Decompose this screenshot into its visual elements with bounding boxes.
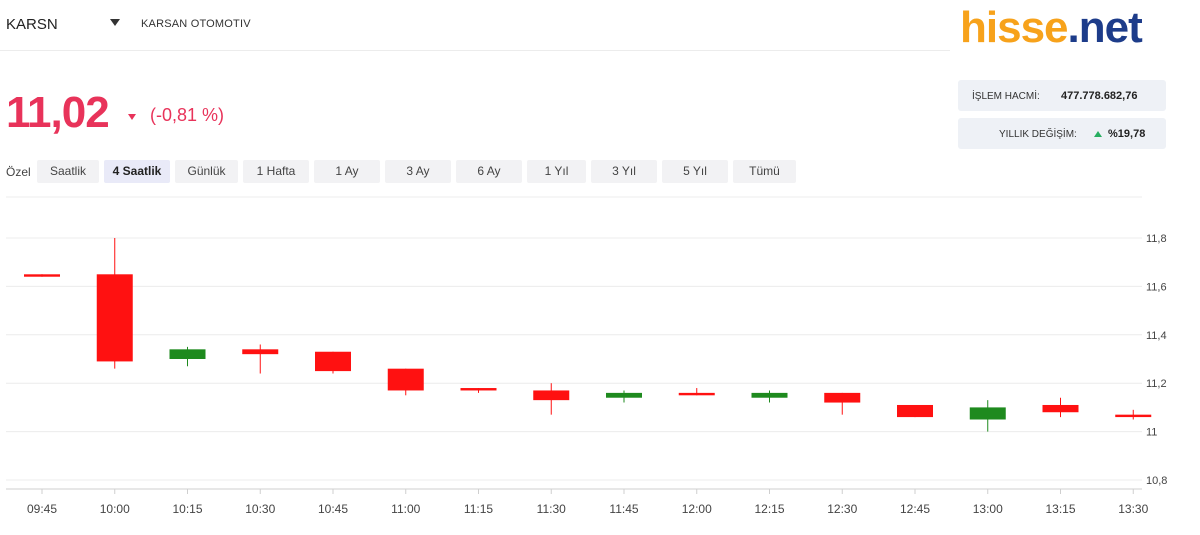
x-tick-label: 12:00	[682, 502, 712, 516]
tab-3-ay[interactable]: 3 Ay	[385, 160, 451, 183]
candlestick-chart[interactable]: 11,8 11,6 11,4 11,2 11 10,8 09:45 10:00 10:15 10…	[0, 195, 1200, 530]
x-tick-label: 10:45	[318, 502, 348, 516]
x-tick-label: 10:30	[245, 502, 275, 516]
yearly-change-box: YILLIK DEĞİŞİM: %19,78	[958, 118, 1166, 149]
logo-part-2: .net	[1067, 3, 1143, 52]
candle-body	[169, 349, 206, 359]
y-tick-label: 11,8	[1146, 233, 1167, 245]
x-axis-labels: 09:45 10:00 10:15 10:30 10:45 11:00 11:15 11:30…	[27, 489, 1149, 516]
x-tick-label: 09:45	[27, 502, 57, 516]
x-tick-label: 11:45	[609, 502, 638, 516]
company-name: KARSAN OTOMOTIV	[141, 18, 251, 30]
x-tick-label: 13:30	[1118, 502, 1148, 516]
candle-body	[460, 388, 497, 391]
current-price: 11,02	[6, 88, 110, 137]
range-custom-label[interactable]: Özel	[6, 165, 31, 179]
candle-body	[897, 404, 933, 418]
y-tick-label: 11	[1146, 427, 1157, 439]
candle-body	[606, 392, 642, 398]
y-tick-label: 11,2	[1146, 378, 1167, 390]
tab-tumu[interactable]: Tümü	[733, 160, 796, 183]
candle-body	[387, 368, 424, 391]
tab-6-ay[interactable]: 6 Ay	[456, 160, 522, 183]
tab-4-saatlik[interactable]: 4 Saatlik	[104, 160, 170, 183]
volume-value: 477.778.682,76	[1061, 90, 1138, 102]
logo-part-1: hisse	[960, 3, 1069, 52]
candle-body	[678, 392, 715, 396]
header-divider	[0, 50, 950, 51]
x-tick-label: 11:15	[464, 502, 493, 516]
x-tick-label: 12:30	[827, 502, 857, 516]
x-tick-label: 11:30	[537, 502, 566, 516]
candle-body	[1115, 414, 1152, 418]
tab-1-yil[interactable]: 1 Yıl	[527, 160, 586, 183]
ticker-dropdown-icon[interactable]	[110, 19, 120, 26]
candle-body	[969, 407, 1006, 420]
candle-body	[533, 390, 570, 401]
candle-body	[96, 274, 133, 362]
tab-1-hafta[interactable]: 1 Hafta	[243, 160, 309, 183]
candle-body	[824, 392, 861, 403]
x-tick-label: 11:00	[391, 502, 420, 516]
candle-body	[1042, 404, 1079, 413]
y-tick-label: 11,6	[1146, 281, 1167, 293]
candle-body	[315, 351, 351, 372]
x-tick-label: 10:15	[172, 502, 202, 516]
y-tick-label: 10,8	[1146, 475, 1167, 487]
y-axis-labels: 11,8 11,6 11,4 11,2 11 10,8	[1146, 233, 1167, 487]
volume-label: İŞLEM HACMİ:	[972, 91, 1040, 102]
yearly-change-label: YILLIK DEĞİŞİM:	[999, 129, 1077, 140]
yearly-up-icon	[1094, 131, 1102, 137]
tab-1-ay[interactable]: 1 Ay	[314, 160, 380, 183]
top-bar: KARSN KARSAN OTOMOTIV hisse.net	[0, 0, 1200, 53]
price-down-icon	[128, 114, 136, 120]
x-tick-label: 13:15	[1045, 502, 1075, 516]
x-tick-label: 13:00	[973, 502, 1003, 516]
candle-body	[751, 392, 788, 398]
tab-3-yil[interactable]: 3 Yıl	[591, 160, 657, 183]
x-tick-label: 10:00	[100, 502, 130, 516]
x-tick-label: 12:45	[900, 502, 930, 516]
candle-body	[242, 349, 279, 355]
tab-saatlik[interactable]: Saatlik	[37, 160, 99, 183]
tab-5-yil[interactable]: 5 Yıl	[662, 160, 728, 183]
site-logo[interactable]: hisse.net	[960, 3, 1143, 53]
tab-gunluk[interactable]: Günlük	[175, 160, 238, 183]
volume-box: İŞLEM HACMİ: 477.778.682,76	[958, 80, 1166, 111]
ticker-symbol: KARSN	[6, 16, 58, 33]
x-tick-label: 12:15	[754, 502, 784, 516]
chart-grid	[6, 196, 1142, 490]
y-tick-label: 11,4	[1146, 330, 1167, 342]
price-change: (-0,81 %)	[150, 105, 225, 125]
yearly-change-value: %19,78	[1108, 128, 1146, 140]
candle-body	[24, 274, 60, 277]
